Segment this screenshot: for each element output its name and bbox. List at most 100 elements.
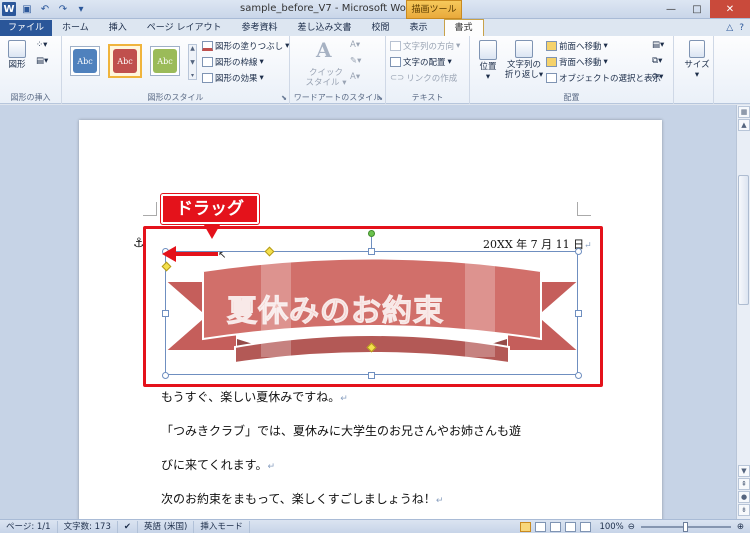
tab-format[interactable]: 書式 [443,19,484,36]
draft-view-icon[interactable] [580,521,592,532]
wrap-text-button[interactable]: 文字列の 折り返し▾ [504,40,544,80]
gallery-up-icon[interactable]: ▲ [190,45,195,52]
group-text: 文字列の方向 ▾ 文字の配置 ▾ ⊂⊃ リンクの作成 テキスト [386,36,470,104]
vertical-scrollbar[interactable]: ▦ ▲ ▼ ⇞ ● ⇟ [736,105,750,519]
dialog-launcher-icon[interactable]: ⬊ [377,94,383,102]
text-direction-button[interactable]: 文字列の方向 ▾ [390,40,460,52]
align-text-icon [390,57,401,67]
next-page-icon[interactable]: ⇟ [738,504,750,516]
proofing-icon[interactable]: ✔ [118,520,138,533]
quick-access-toolbar: W ▣ ↶ ↷ ▾ [2,2,88,16]
full-screen-view-icon[interactable] [535,521,547,532]
quick-styles-label-2: スタイル [305,78,340,88]
quick-styles-button[interactable]: クイック スタイル ▾ [304,68,348,88]
tab-file[interactable]: ファイル [0,20,53,36]
zoom-slider[interactable] [640,521,731,532]
help-icon[interactable]: ? [739,23,744,33]
send-backward-icon [546,57,557,67]
rotate-icon[interactable]: ⟳▾ [652,72,663,82]
textbox-icon[interactable]: ▤▾ [36,56,48,66]
align-icon[interactable]: ▤▾ [652,40,664,50]
tab-page-layout[interactable]: ページ レイアウト [137,20,232,36]
tab-insert[interactable]: 挿入 [99,20,137,36]
tab-home[interactable]: ホーム [52,20,99,36]
shape-effects-button[interactable]: 図形の効果 ▾ [202,72,264,84]
selection-pane-button[interactable]: オブジェクトの選択と表示 [546,72,661,84]
minimize-ribbon-icon[interactable]: △ [726,23,733,33]
body-line-1-text: もうすぐ、楽しい夏休みですね。 [161,390,341,404]
gallery-down-icon[interactable]: ▼ [190,59,195,66]
title-bar: W ▣ ↶ ↷ ▾ sample_before_V7 - Microsoft W… [0,0,750,19]
dialog-launcher-icon[interactable]: ⬊ [281,94,287,102]
shape-style-red[interactable]: Abc [108,44,142,78]
text-fill-icon[interactable]: A▾ [350,40,360,50]
text-effects-icon[interactable]: A▾ [350,72,360,82]
group-label-text: テキスト [411,93,444,102]
tab-view[interactable]: 表示 [400,20,438,36]
shape-outline-button[interactable]: 図形の枠線 ▾ [202,56,264,68]
selection-pane-icon [546,73,557,83]
page-count[interactable]: ページ: 1/1 [0,520,58,533]
tab-mailings[interactable]: 差し込み文書 [287,20,361,36]
wrap-text-icon [515,40,533,58]
gallery-more-icon[interactable]: ▾ [191,72,194,79]
shapes-icon [8,40,26,58]
shape-style-green[interactable]: Abc [150,46,180,76]
text-outline-icon[interactable]: ✎▾ [350,56,361,66]
bring-forward-button[interactable]: 前面へ移動 ▾ [546,40,608,52]
send-backward-button[interactable]: 背面へ移動 ▾ [546,56,608,68]
zoom-slider-knob[interactable] [682,521,688,532]
align-text-button[interactable]: 文字の配置 ▾ [390,56,452,68]
shape-fill-label: 図形の塗りつぶし [215,42,284,52]
text-direction-icon [390,41,401,51]
browse-object-icon[interactable]: ● [738,491,750,503]
style-gallery-scroll[interactable]: ▲ ▼ ▾ [188,44,197,80]
tab-references[interactable]: 参考資料 [231,20,287,36]
shape-style-blue[interactable]: Abc [70,46,100,76]
body-line-4: 次のお約束をまもって、楽しくすごしましょうね！↵ [161,490,443,507]
position-button[interactable]: 位置 ▾ [474,40,502,82]
create-link-button[interactable]: ⊂⊃ リンクの作成 [390,72,457,84]
save-icon[interactable]: ▣ [20,2,34,16]
link-icon: ⊂⊃ [390,73,405,83]
word-app-icon[interactable]: W [2,2,16,16]
qat-dropdown-icon[interactable]: ▾ [74,2,88,16]
body-line-2: 「つみきクラブ」では、夏休みに大学生のお兄さんやお姉さんも遊 [161,422,521,439]
group-label-arrange: 配置 [563,93,580,102]
outline-view-icon[interactable] [565,521,577,532]
effects-icon [202,73,213,83]
maximize-icon[interactable]: □ [684,0,710,18]
scroll-thumb[interactable] [738,175,749,305]
paragraph-mark: ↵ [435,496,444,506]
crop-mark [143,202,157,216]
crop-mark [577,202,591,216]
close-icon[interactable]: ✕ [710,0,750,18]
ruler-toggle-icon[interactable]: ▦ [738,106,750,118]
scroll-down-icon[interactable]: ▼ [738,465,750,477]
undo-icon[interactable]: ↶ [38,2,52,16]
group-objects-icon[interactable]: ⧉▾ [652,56,662,66]
print-layout-view-icon[interactable] [520,521,532,532]
minimize-icon[interactable]: — [658,0,684,18]
wrap-text-label-1: 文字列の [506,60,541,70]
bring-forward-icon [546,41,557,51]
zoom-out-icon[interactable]: ⊖ [628,522,635,532]
web-layout-view-icon[interactable] [550,521,562,532]
pen-icon [202,57,213,67]
language-indicator[interactable]: 英語 (米国) [138,520,195,533]
shape-fill-button[interactable]: 図形の塗りつぶし ▾ [202,40,289,52]
size-button[interactable]: サイズ ▾ [684,40,710,80]
group-shape-styles: Abc Abc Abc ▲ ▼ ▾ 図形の塗りつぶし ▾ 図形の枠線 ▾ 図形の… [62,36,290,104]
body-line-2-text: 「つみきクラブ」では、夏休みに大学生のお兄さんやお姉さんも遊 [161,424,522,438]
zoom-level[interactable]: 100% [599,522,623,532]
align-text-label: 文字の配置 [403,58,446,68]
shapes-button[interactable]: 図形 [2,40,32,70]
scroll-up-icon[interactable]: ▲ [738,119,750,131]
redo-icon[interactable]: ↷ [56,2,70,16]
edit-shape-icon[interactable]: ⁘▾ [36,40,47,50]
word-count[interactable]: 文字数: 173 [58,520,118,533]
zoom-in-icon[interactable]: ⊕ [737,522,744,532]
prev-page-icon[interactable]: ⇞ [738,478,750,490]
tab-review[interactable]: 校閲 [361,20,399,36]
insert-mode-indicator[interactable]: 挿入モード [194,520,250,533]
